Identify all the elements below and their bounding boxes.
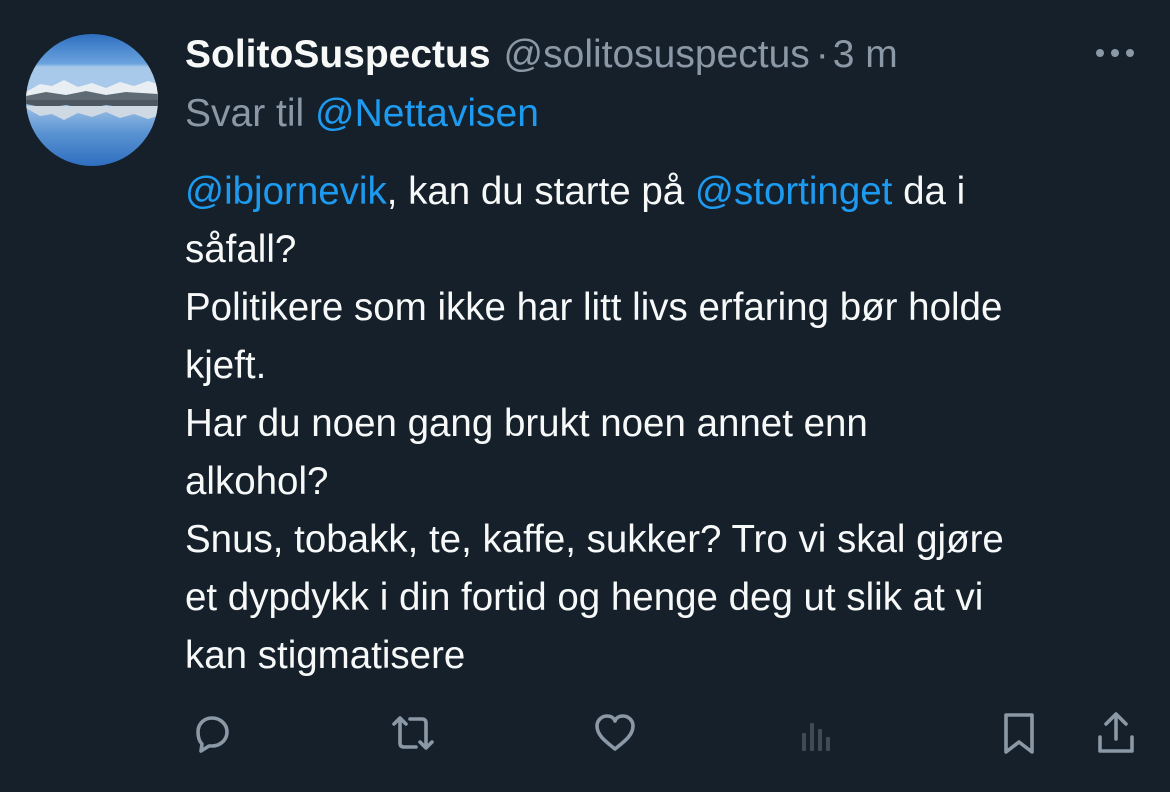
reply-mention-link[interactable]: @Nettavisen <box>315 92 539 135</box>
more-icon[interactable] <box>1092 40 1138 66</box>
tweet-line-8: et dypdykk i din fortid og henge deg ut … <box>185 576 984 619</box>
display-name[interactable]: SolitoSuspectus <box>185 30 491 80</box>
views-icon <box>802 723 830 751</box>
tweet-line-3: Politikere som ikke har litt livs erfari… <box>185 286 1003 329</box>
tweet-text: @ibjornevik, kan du starte på @stortinge… <box>185 163 1160 685</box>
tweet-line-6: alkohol? <box>185 460 329 503</box>
tweet-line-1: @ibjornevik, kan du starte på @stortinge… <box>185 163 1160 221</box>
tweet-line-7: Snus, tobakk, te, kaffe, sukker? Tro vi … <box>185 518 1004 561</box>
retweet-button[interactable] <box>385 705 441 761</box>
share-icon <box>1098 712 1134 753</box>
reply-icon <box>196 716 229 753</box>
mention-link-stortinget[interactable]: @stortinget <box>695 170 892 213</box>
tweet-line-9: kan stigmatisere <box>185 634 466 677</box>
heart-icon <box>595 714 635 751</box>
timestamp[interactable]: 3 m <box>833 30 898 80</box>
avatar[interactable] <box>26 34 158 166</box>
tweet: SolitoSuspectus @solitosuspectus · 3 m S… <box>0 0 1170 792</box>
tweet-header: SolitoSuspectus @solitosuspectus · 3 m <box>185 30 898 80</box>
tweet-line-5: Har du noen gang brukt noen annet enn <box>185 402 868 445</box>
tweet-line-2: såfall? <box>185 228 297 271</box>
share-button[interactable] <box>1088 705 1144 761</box>
views-button <box>788 705 844 761</box>
bookmark-button[interactable] <box>991 705 1047 761</box>
reply-context: Svar til @Nettavisen <box>185 88 539 140</box>
action-bar <box>0 705 1170 761</box>
tweet-line-4: kjeft. <box>185 344 267 387</box>
tweet-text-segment: da i <box>892 170 966 213</box>
user-handle[interactable]: @solitosuspectus <box>504 30 810 80</box>
reply-prefix: Svar til <box>185 92 305 135</box>
tweet-text-segment: , kan du starte på <box>386 170 695 213</box>
mention-link-ibjornevik[interactable]: @ibjornevik <box>185 170 387 213</box>
avatar-image <box>26 34 158 166</box>
like-button[interactable] <box>587 705 643 761</box>
separator-dot: · <box>815 33 829 76</box>
retweet-icon <box>392 716 434 750</box>
bookmark-icon <box>1004 713 1034 754</box>
reply-button[interactable] <box>184 705 240 761</box>
